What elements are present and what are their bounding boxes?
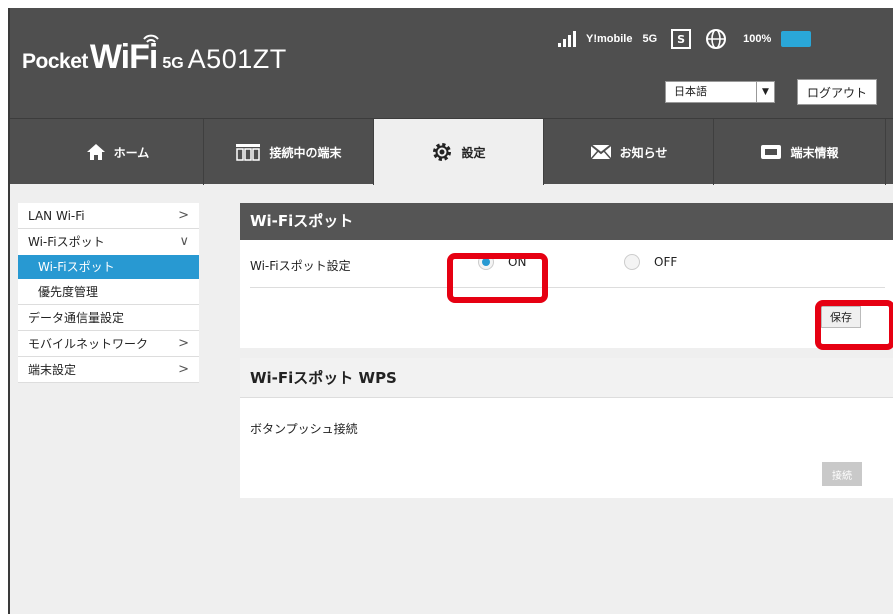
wifi-wave-icon <box>143 34 159 43</box>
setting-label: Wi-Fiスポット設定 <box>250 259 351 273</box>
tab-devices[interactable]: 接続中の端末 <box>204 119 374 185</box>
tab-device-info-label: 端末情報 <box>790 145 839 160</box>
wps-section-title: Wi-Fiスポット WPS <box>240 358 893 398</box>
tab-home-label: ホーム <box>113 145 150 160</box>
tab-settings[interactable]: 設定 <box>374 119 544 185</box>
tab-home[interactable]: ホーム <box>32 119 204 185</box>
sim-badge: S <box>671 29 692 49</box>
sidebar-item-mobile-network[interactable]: モバイルネットワーク > <box>18 331 199 357</box>
logo-model: A501ZT <box>187 44 287 74</box>
status-bar: Y!mobile 5G S 100% <box>558 28 812 50</box>
sidebar-item-data-usage[interactable]: データ通信量設定 <box>18 305 199 331</box>
logo-pocket: Pocket <box>22 50 88 73</box>
devices-icon <box>236 144 261 161</box>
sidebar: LAN Wi-Fi > Wi-Fiスポット ∨ Wi-Fiスポット 優先度管理 … <box>18 203 199 383</box>
chevron-right-icon: > <box>178 208 189 223</box>
globe-icon <box>706 29 727 49</box>
signal-icon <box>558 31 576 47</box>
battery-icon <box>781 31 812 47</box>
sidebar-item-label: 優先度管理 <box>38 285 99 299</box>
logo-5g: 5G <box>162 55 184 72</box>
tab-devices-label: 接続中の端末 <box>269 145 342 160</box>
save-area: 保存 <box>240 288 893 348</box>
settings-panel: Wi-Fiスポット Wi-Fiスポット設定 ON OFF 保存 Wi-Fiスポッ… <box>240 203 893 498</box>
app-frame: Pocket WiFi 5G A501ZT Y!mobile 5G S 100% <box>8 8 893 614</box>
logout-button[interactable]: ログアウト <box>797 79 877 105</box>
sidebar-subitem-wifi-spot[interactable]: Wi-Fiスポット <box>18 255 199 279</box>
tab-device-info[interactable]: 端末情報 <box>714 119 886 185</box>
home-icon <box>86 144 105 160</box>
wifi-spot-setting-row: Wi-Fiスポット設定 ON OFF <box>250 240 885 288</box>
sidebar-item-label: Wi-Fiスポット <box>38 260 115 274</box>
sidebar-item-lan-wifi[interactable]: LAN Wi-Fi > <box>18 203 199 229</box>
battery-percent: 100% <box>743 33 772 45</box>
network-type: 5G <box>642 33 658 45</box>
device-info-icon <box>761 145 782 159</box>
radio-off-label: OFF <box>654 255 678 269</box>
chevron-right-icon: > <box>178 362 189 377</box>
connect-button[interactable]: 接続 <box>822 462 862 486</box>
chevron-down-icon: ∨ <box>179 234 189 249</box>
highlight-on-option <box>447 253 548 303</box>
tab-notices[interactable]: お知らせ <box>544 119 714 185</box>
sidebar-item-wifi-spot[interactable]: Wi-Fiスポット ∨ <box>18 229 199 255</box>
section-title: Wi-Fiスポット <box>240 203 893 240</box>
section-gap <box>240 348 893 358</box>
radio-off-dot <box>624 254 640 270</box>
radio-off[interactable]: OFF <box>624 254 677 270</box>
language-value: 日本語 <box>674 85 707 98</box>
sidebar-item-label: 端末設定 <box>28 363 77 377</box>
main-tabs: ホーム 接続中の端末 設定 お知らせ 端末情報 <box>10 118 893 185</box>
sidebar-item-label: LAN Wi-Fi <box>28 209 85 223</box>
highlight-save-button <box>815 300 893 350</box>
chevron-down-icon: ▼ <box>756 82 774 102</box>
sidebar-item-label: データ通信量設定 <box>28 311 125 325</box>
sidebar-item-label: Wi-Fiスポット <box>28 235 105 249</box>
tab-settings-label: 設定 <box>461 145 486 160</box>
sidebar-subitem-priority[interactable]: 優先度管理 <box>18 279 199 305</box>
sidebar-item-label: モバイルネットワーク <box>28 337 149 351</box>
mail-icon <box>589 144 612 160</box>
wps-label: ボタンプッシュ接続 <box>250 422 358 436</box>
tab-notices-label: お知らせ <box>619 145 668 160</box>
language-select[interactable]: 日本語 ▼ <box>665 81 775 103</box>
header: Pocket WiFi 5G A501ZT Y!mobile 5G S 100% <box>10 8 893 118</box>
wps-section: ボタンプッシュ接続 接続 <box>240 398 893 498</box>
chevron-right-icon: > <box>178 336 189 351</box>
sidebar-item-device-settings[interactable]: 端末設定 > <box>18 357 199 383</box>
carrier-name: Y!mobile <box>586 33 633 45</box>
gear-icon <box>433 143 452 161</box>
